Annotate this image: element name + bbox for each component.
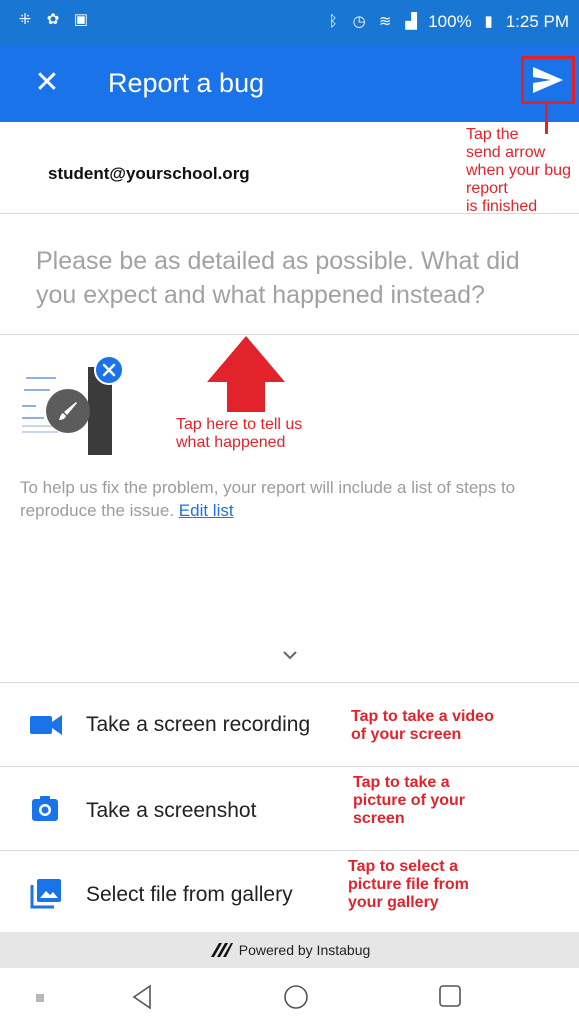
send-annotation: Tap the send arrow when your bug report … xyxy=(466,126,579,216)
recents-dot-icon[interactable] xyxy=(36,994,44,1002)
recording-annotation-line: of your screen xyxy=(351,726,462,743)
instabug-logo-icon xyxy=(210,943,233,957)
camera-icon xyxy=(32,796,58,821)
battery-icon: ▮ xyxy=(484,13,493,30)
gallery-annotation: Tap to select a picture file from your g… xyxy=(348,858,469,912)
app-notification-icon: ✿ xyxy=(46,11,60,28)
annotate-screenshot-button[interactable] xyxy=(46,389,90,433)
grid-notification-icon: ⁜ xyxy=(18,11,32,28)
screenshot-annotation-line: picture of your xyxy=(353,792,466,809)
signal-icon: ▟ xyxy=(405,13,417,30)
battery-percent: 100% xyxy=(428,12,472,31)
steps-info-text: To help us fix the problem, your report … xyxy=(20,478,516,520)
send-arrow-icon xyxy=(533,67,563,93)
gallery-icon xyxy=(30,879,61,909)
screenshot-annotation-line: screen xyxy=(353,810,405,827)
status-left-icons: ⁜ ✿ ▣ xyxy=(16,10,90,30)
powered-by-text: Powered by Instabug xyxy=(238,942,371,958)
paintbrush-icon xyxy=(59,402,77,420)
remove-attachment-button[interactable] xyxy=(94,355,124,385)
gallery-annotation-line: Tap to select a xyxy=(348,858,458,875)
send-annotation-line: report xyxy=(466,180,508,197)
steps-info: To help us fix the problem, your report … xyxy=(20,476,565,522)
edit-list-link[interactable]: Edit list xyxy=(179,501,234,520)
alarm-icon: ◷ xyxy=(352,13,366,30)
take-screenshot-button[interactable]: Take a screenshot xyxy=(0,766,579,850)
gallery-annotation-line: your gallery xyxy=(348,894,439,911)
gallery-annotation-line: picture file from xyxy=(348,876,469,893)
action-label: Select file from gallery xyxy=(86,883,293,906)
app-bar: ✕ Report a bug xyxy=(0,46,579,122)
close-icon: ✕ xyxy=(34,66,60,99)
chevron-down-icon[interactable] xyxy=(278,643,302,667)
description-input[interactable]: Please be as detailed as possible. What … xyxy=(0,214,579,335)
clock-time: 1:25 PM xyxy=(505,12,569,31)
recording-annotation-line: Tap to take a video xyxy=(351,708,494,725)
send-button[interactable] xyxy=(521,56,575,104)
page-title: Report a bug xyxy=(108,68,265,98)
close-button[interactable]: ✕ xyxy=(28,64,66,102)
back-icon[interactable] xyxy=(130,984,154,1010)
home-icon[interactable] xyxy=(283,984,309,1010)
powered-by-footer: Powered by Instabug xyxy=(0,932,579,968)
action-label: Take a screen recording xyxy=(86,713,311,736)
email-field[interactable]: student@yourschool.org xyxy=(48,164,250,184)
action-label: Take a screenshot xyxy=(86,799,257,822)
close-icon xyxy=(102,363,116,377)
up-arrow-annotation-icon xyxy=(207,336,285,412)
description-annotation-line: Tap here to tell us xyxy=(176,416,303,433)
video-camera-icon xyxy=(30,715,62,735)
description-annotation: Tap here to tell us what happened xyxy=(176,416,366,452)
overview-icon[interactable] xyxy=(438,984,462,1008)
description-placeholder: Please be as detailed as possible. What … xyxy=(36,247,520,309)
phone-screen: ⁜ ✿ ▣ ᛒ ◷ ≋ ▟ 100% ▮ 1:25 PM ✕ Report a … xyxy=(0,0,579,1028)
screenshot-annotation: Tap to take a picture of your screen xyxy=(353,774,465,828)
bluetooth-icon: ᛒ xyxy=(328,13,338,30)
wifi-icon: ≋ xyxy=(378,13,392,30)
description-annotation-line: what happened xyxy=(176,434,286,451)
screenshot-annotation-line: Tap to take a xyxy=(353,774,450,791)
send-annotation-line: Tap the xyxy=(466,126,519,143)
send-annotation-line: when your bug xyxy=(466,162,571,179)
status-bar: ⁜ ✿ ▣ ᛒ ◷ ≋ ▟ 100% ▮ 1:25 PM xyxy=(0,0,579,46)
select-from-gallery-button[interactable]: Select file from gallery xyxy=(0,850,579,934)
navigation-bar xyxy=(0,968,579,1028)
clipboard-notification-icon: ▣ xyxy=(73,11,89,28)
recording-annotation: Tap to take a video of your screen xyxy=(351,708,494,744)
send-annotation-line: send arrow xyxy=(466,144,546,161)
status-right-icons: ᛒ ◷ ≋ ▟ 100% ▮ 1:25 PM xyxy=(324,12,569,32)
